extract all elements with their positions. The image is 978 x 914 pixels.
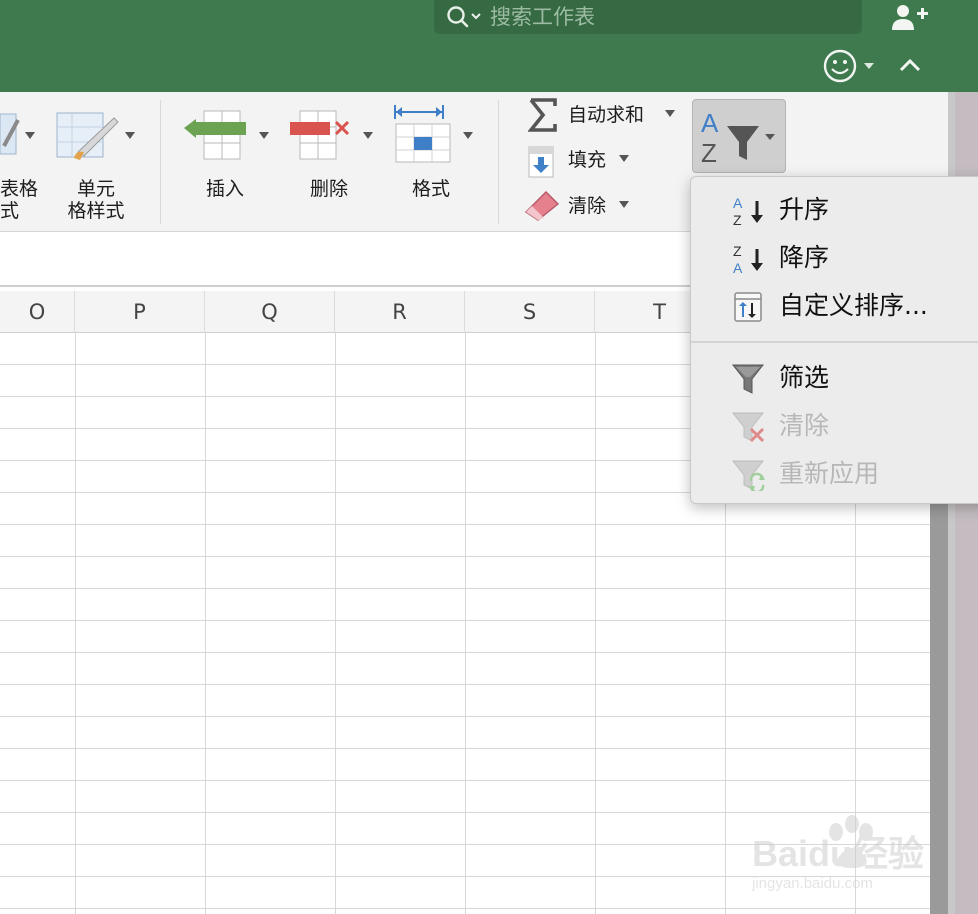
svg-text:Z: Z — [701, 138, 717, 166]
menu-item-label: 重新应用 — [779, 459, 880, 488]
svg-text:Z: Z — [733, 243, 742, 259]
title-bar: 搜索工作表 — [0, 0, 978, 92]
format-as-table-dropdown[interactable] — [24, 132, 36, 140]
vertical-scrollbar[interactable] — [930, 480, 948, 914]
menu-item-custom-sort[interactable]: 自定义排序... — [691, 283, 978, 329]
sort-descending-icon: Z A — [733, 243, 763, 275]
column-header-q[interactable]: Q — [205, 291, 335, 333]
cell-styles-label[interactable]: 单元 格样式 — [56, 178, 136, 222]
format-label[interactable]: 格式 — [396, 178, 466, 200]
sort-filter-icon: A Z — [701, 108, 775, 166]
cell-styles-icon[interactable] — [56, 112, 120, 162]
baidu-paw-logo: Baidu经验 jingyan.baidu.com — [752, 815, 924, 892]
sort-ascending-icon: A Z — [733, 195, 763, 227]
format-dropdown[interactable] — [462, 132, 474, 140]
svg-text:Z: Z — [733, 212, 742, 227]
menu-item-sort-ascending[interactable]: A Z 升序 — [691, 187, 978, 233]
format-as-table-icon[interactable] — [0, 112, 22, 158]
autosum-dropdown[interactable] — [664, 110, 676, 118]
add-person-icon[interactable] — [890, 2, 930, 32]
column-header-p[interactable]: P — [75, 291, 205, 333]
sort-filter-menu: A Z 升序 Z A 降序 自定义排序... 筛选 清除 重新应用 — [690, 176, 978, 504]
format-as-table-label-line1: 表格 — [0, 178, 39, 200]
autosum-label[interactable]: 自动求和 — [568, 104, 644, 126]
column-header-s[interactable]: S — [465, 291, 595, 333]
menu-item-clear-filter[interactable]: 清除 — [691, 403, 978, 449]
cell-styles-label-line1: 单元 — [76, 178, 115, 200]
baidu-jingyan-watermark: Baidu经验 jingyan.baidu.com — [752, 808, 932, 898]
search-box[interactable]: 搜索工作表 — [434, 0, 862, 34]
ribbon-separator — [160, 100, 161, 224]
delete-cells-icon[interactable] — [288, 110, 358, 162]
svg-text:A: A — [733, 195, 743, 211]
format-as-table-label-line2: 式 — [0, 200, 20, 222]
sort-filter-button[interactable]: A Z — [692, 99, 786, 173]
cell-styles-dropdown[interactable] — [124, 132, 136, 140]
fill-label[interactable]: 填充 — [568, 149, 606, 171]
delete-dropdown[interactable] — [362, 132, 374, 140]
insert-dropdown[interactable] — [258, 132, 270, 140]
ribbon-separator — [498, 100, 499, 224]
menu-item-label: 自定义排序... — [779, 291, 928, 320]
menu-item-label: 降序 — [779, 243, 830, 272]
menu-item-sort-descending[interactable]: Z A 降序 — [691, 235, 978, 281]
format-cells-icon[interactable] — [392, 104, 456, 164]
insert-label[interactable]: 插入 — [190, 178, 260, 200]
menu-item-label: 筛选 — [779, 363, 830, 392]
menu-item-label: 升序 — [779, 195, 830, 224]
collapse-ribbon-icon[interactable] — [896, 54, 924, 76]
reapply-filter-icon — [731, 460, 765, 491]
menu-item-filter[interactable]: 筛选 — [691, 355, 978, 401]
svg-text:A: A — [733, 260, 743, 275]
search-input[interactable]: 搜索工作表 — [490, 4, 595, 30]
watermark-text: Baidu经验 — [752, 833, 924, 874]
fill-down-icon[interactable] — [528, 146, 556, 178]
clear-label[interactable]: 清除 — [568, 195, 606, 217]
insert-cells-icon[interactable] — [182, 110, 252, 162]
menu-item-label: 清除 — [779, 411, 830, 440]
eraser-icon[interactable] — [524, 190, 560, 222]
delete-label[interactable]: 删除 — [294, 178, 364, 200]
clear-filter-icon — [731, 412, 765, 443]
menu-item-reapply-filter[interactable]: 重新应用 — [691, 451, 978, 497]
menu-separator — [691, 341, 978, 343]
watermark-url: jingyan.baidu.com — [752, 875, 873, 892]
autosum-sigma-icon[interactable] — [528, 98, 558, 132]
custom-sort-icon — [734, 292, 762, 322]
clear-dropdown[interactable] — [618, 201, 630, 209]
column-header-o[interactable]: O — [0, 291, 75, 333]
format-as-table-label[interactable]: 表格 式 — [0, 178, 44, 222]
fill-dropdown[interactable] — [618, 155, 630, 163]
filter-icon — [731, 364, 765, 394]
cell-styles-label-line2: 格样式 — [67, 200, 125, 222]
column-header-r[interactable]: R — [335, 291, 465, 333]
svg-text:A: A — [701, 108, 719, 138]
smiley-feedback-icon[interactable] — [820, 47, 878, 85]
search-icon[interactable] — [446, 4, 484, 30]
